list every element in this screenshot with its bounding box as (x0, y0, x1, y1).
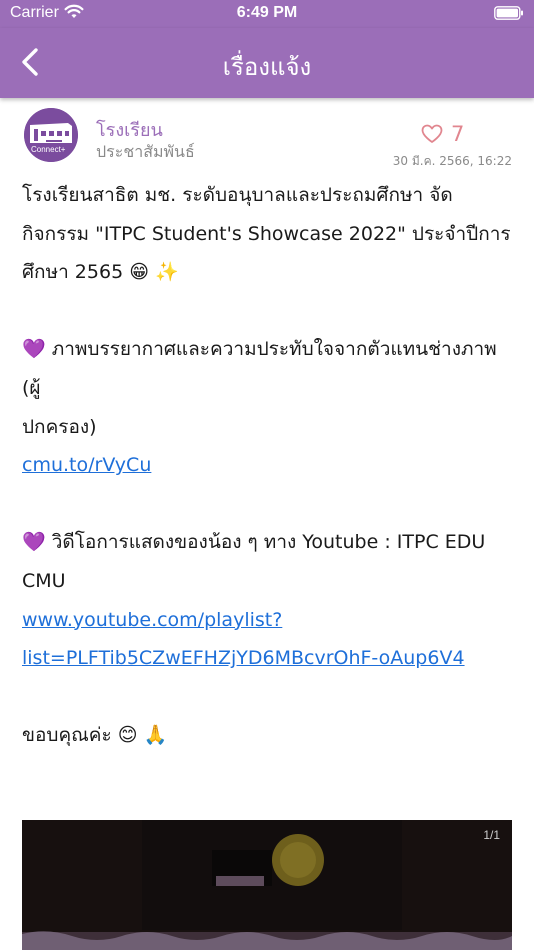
youtube-playlist-link-cont[interactable]: list=PLFTib5CZwEFHZjYD6MBcvrOhF-oAup6V4 (22, 647, 465, 669)
svg-text:Connect+: Connect+ (31, 145, 66, 154)
stage-photo (22, 820, 512, 950)
navigation-bar: เรื่องแจ้ง (0, 28, 534, 98)
avatar[interactable]: Connect+ (24, 108, 78, 162)
heart-icon[interactable] (421, 124, 443, 144)
post-body: โรงเรียนสาธิต มช. ระดับอนุบาลและประถมศึก… (22, 176, 518, 755)
post-timestamp: 30 มี.ค. 2566, 16:22 (392, 154, 512, 168)
like-count: 7 (451, 122, 465, 146)
post-header: Connect+ โรงเรียน ประชาสัมพันธ์ 7 30 มี.… (0, 98, 534, 178)
body-line: CMU (22, 569, 66, 592)
body-line: ปกครอง) (22, 415, 97, 438)
closing-line: ขอบคุณค่ะ 😊 🙏 (22, 724, 168, 747)
image-counter: 1/1 (483, 828, 500, 842)
body-line: โรงเรียนสาธิต มช. ระดับอนุบาลและประถมศึก… (22, 184, 453, 206)
school-logo-icon: Connect+ (24, 108, 78, 162)
body-line: 💜 วิดีโอการแสดงของน้อง ๆ ทาง Youtube : I… (22, 531, 486, 554)
status-bar: Carrier 6:49 PM (0, 0, 534, 28)
body-line: 💜 ภาพบรรยากาศและความประทับใจจากตัวแทนช่า… (22, 338, 497, 399)
post-category: ประชาสัมพันธ์ (96, 142, 195, 161)
status-time: 6:49 PM (236, 4, 298, 21)
battery-icon (494, 6, 523, 20)
body-line: กิจกรรม "ITPC Student's Showcase 2022" ป… (22, 222, 511, 245)
page-title: เรื่องแจ้ง (222, 53, 312, 81)
photo-gallery-link[interactable]: cmu.to/rVyCu (22, 454, 151, 476)
youtube-playlist-link[interactable]: www.youtube.com/playlist? (22, 609, 282, 631)
body-line: ศึกษา 2565 😁 ✨ (22, 261, 179, 284)
post-image[interactable]: 1/1 (22, 820, 512, 950)
